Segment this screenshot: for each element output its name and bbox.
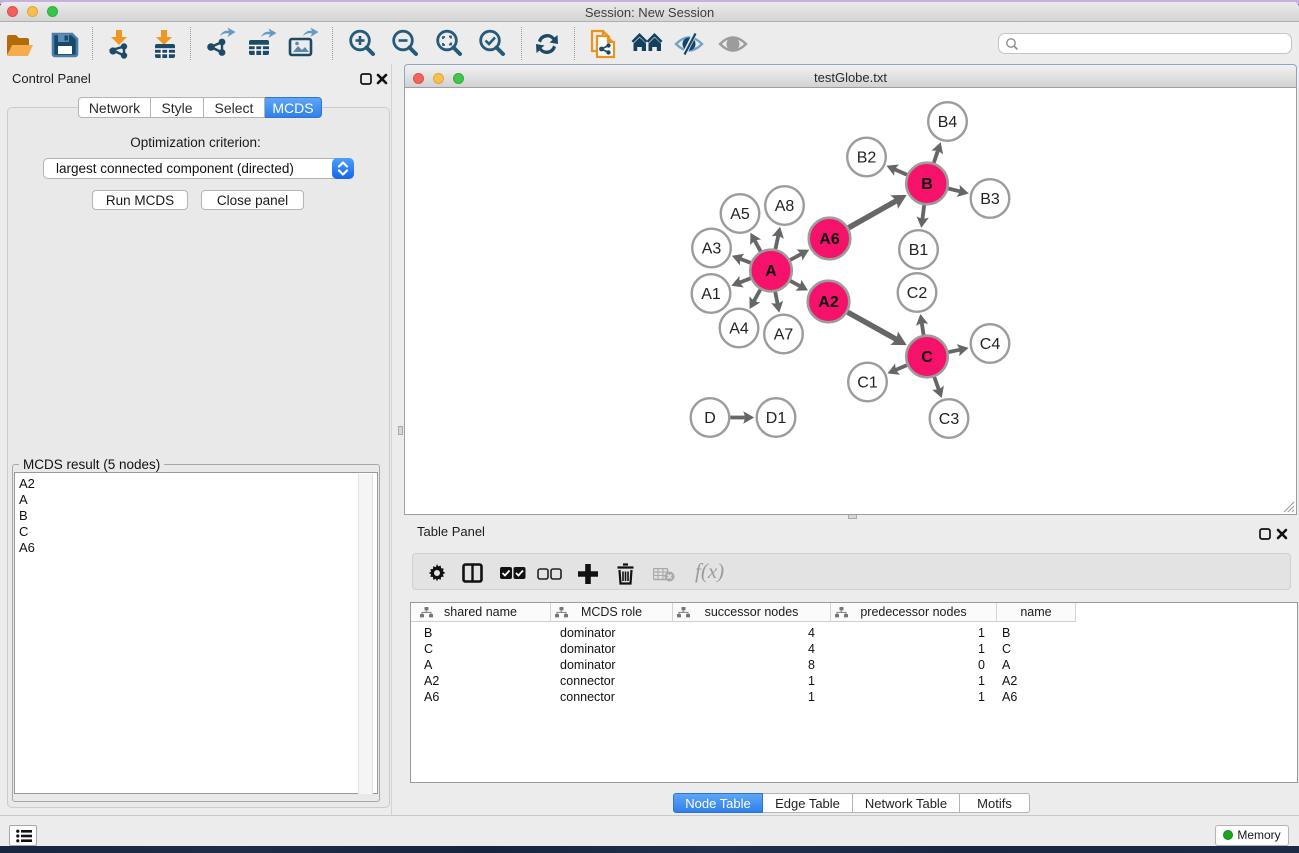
svg-text:D1: D1 (766, 410, 787, 427)
svg-text:C4: C4 (980, 336, 1001, 353)
svg-text:A: A (765, 263, 777, 280)
svg-text:A4: A4 (729, 321, 749, 338)
svg-text:A7: A7 (774, 327, 794, 344)
svg-text:A3: A3 (702, 241, 722, 258)
svg-text:B1: B1 (909, 242, 929, 259)
svg-text:B4: B4 (938, 114, 958, 131)
svg-text:D: D (704, 410, 716, 427)
svg-text:B3: B3 (980, 191, 1000, 208)
svg-text:C2: C2 (907, 285, 928, 302)
svg-text:A5: A5 (730, 206, 750, 223)
svg-text:C3: C3 (939, 411, 960, 428)
svg-text:A1: A1 (701, 286, 721, 303)
svg-text:B2: B2 (857, 150, 877, 167)
svg-text:A2: A2 (818, 294, 839, 311)
svg-text:C1: C1 (857, 375, 878, 392)
svg-text:A8: A8 (775, 198, 795, 215)
svg-text:A6: A6 (819, 231, 840, 248)
svg-text:C: C (921, 349, 933, 366)
svg-text:B: B (921, 176, 933, 193)
